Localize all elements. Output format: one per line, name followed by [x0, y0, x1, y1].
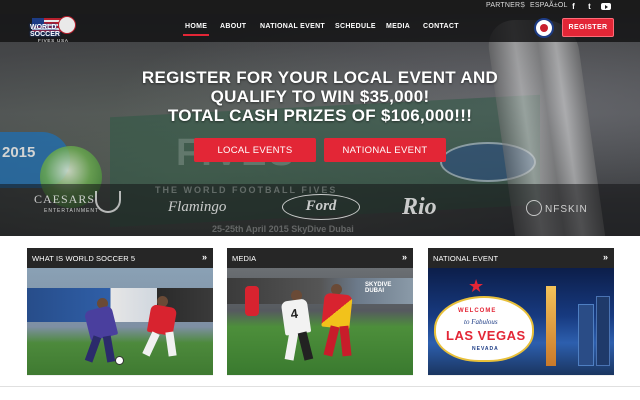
backdrop-date: 25-25th April 2015 SkyDive Dubai [212, 224, 354, 234]
ad-board [27, 288, 213, 322]
nfskin-icon [526, 200, 542, 216]
nav-home[interactable]: HOME [182, 23, 210, 36]
chevron-right-icon[interactable]: » [202, 252, 207, 262]
nav-media[interactable]: MEDIA [386, 23, 410, 30]
headline-line-3: TOTAL CASH PRIZES OF $106,000!!! [167, 106, 473, 125]
hero-banner: 2015 FIVES THE WORLD FOOTBALL FIVES 25-2… [0, 14, 640, 236]
chevron-right-icon[interactable]: » [603, 252, 608, 262]
nav-about[interactable]: ABOUT [220, 23, 246, 30]
flamingo-logo: Flamingo [168, 199, 227, 215]
tower-graphic [546, 286, 556, 366]
site-logo[interactable]: WORLD SOCCER FIVES USA [30, 14, 80, 44]
separator: | [522, 2, 525, 9]
logo-subtitle: FIVES USA [38, 38, 69, 43]
federation-emblem-icon[interactable] [534, 18, 554, 38]
card-image-match[interactable]: SKYDIVE DUBAI 4 [227, 268, 413, 375]
nfskin-logo: NFSKIN [545, 204, 588, 215]
card-image-las-vegas[interactable]: ★ WELCOME to Fabulous LAS VEGAS NEVADA [428, 268, 614, 375]
soccer-ball-icon [115, 356, 124, 365]
youtube-icon[interactable] [600, 1, 611, 12]
national-event-button[interactable]: NATIONAL EVENT [324, 138, 446, 162]
caesars-logo: CAESARS [34, 192, 96, 206]
hero-headline: REGISTER FOR YOUR LOCAL EVENT AND QUALIF… [110, 68, 530, 125]
chevron-right-icon[interactable]: » [402, 252, 407, 262]
nav-schedule[interactable]: SCHEDULE [335, 23, 376, 30]
ford-logo: Ford [282, 194, 360, 220]
player-white: 4 [280, 298, 312, 336]
star-icon: ★ [468, 276, 485, 296]
partners-link[interactable]: PARTNERS [486, 2, 525, 9]
nav-national-event[interactable]: NATIONAL EVENT [260, 23, 325, 30]
divider [0, 386, 640, 387]
las-vegas-sign: WELCOME to Fabulous LAS VEGAS NEVADA [434, 296, 534, 362]
card-title: NATIONAL EVENT [433, 254, 499, 263]
nav-contact[interactable]: CONTACT [423, 23, 459, 30]
card-media[interactable]: MEDIA » SKYDIVE DUBAI 4 [227, 248, 413, 376]
card-national-event[interactable]: NATIONAL EVENT » ★ WELCOME to Fabulous L… [428, 248, 614, 376]
card-header[interactable]: NATIONAL EVENT » [428, 248, 614, 268]
register-button[interactable]: REGISTER [562, 18, 614, 37]
logo-text-line-1: WORLD [30, 24, 57, 31]
card-image-players[interactable] [27, 268, 213, 375]
local-events-button[interactable]: LOCAL EVENTS [194, 138, 316, 162]
twitter-icon[interactable]: t [584, 1, 595, 12]
skydive-sign: SKYDIVE DUBAI [365, 282, 392, 294]
top-utility-bar: PARTNERS | ESPAÃ±OL f t [0, 0, 640, 14]
card-what-is-world-soccer-5[interactable]: WHAT IS WORLD SOCCER 5 » [27, 248, 213, 376]
player-background [245, 286, 259, 316]
card-header[interactable]: WHAT IS WORLD SOCCER 5 » [27, 248, 213, 268]
card-header[interactable]: MEDIA » [227, 248, 413, 268]
facebook-icon[interactable]: f [568, 1, 579, 12]
card-title: WHAT IS WORLD SOCCER 5 [32, 254, 136, 263]
caesars-logo-sub: ENTERTAINMENT [44, 208, 100, 214]
logo-text-line-2: SOCCER [30, 31, 60, 38]
player-red-yellow [321, 292, 353, 330]
page: PARTNERS | ESPAÃ±OL f t 2015 FIVES THE W… [0, 0, 640, 400]
headline-line-1: REGISTER FOR YOUR LOCAL EVENT AND [141, 68, 499, 87]
rio-logo: Rio [402, 194, 437, 220]
card-title: MEDIA [232, 254, 257, 263]
language-link[interactable]: ESPAÃ±OL [530, 2, 568, 9]
headline-line-2: QUALIFY TO WIN $35,000! [210, 87, 430, 106]
